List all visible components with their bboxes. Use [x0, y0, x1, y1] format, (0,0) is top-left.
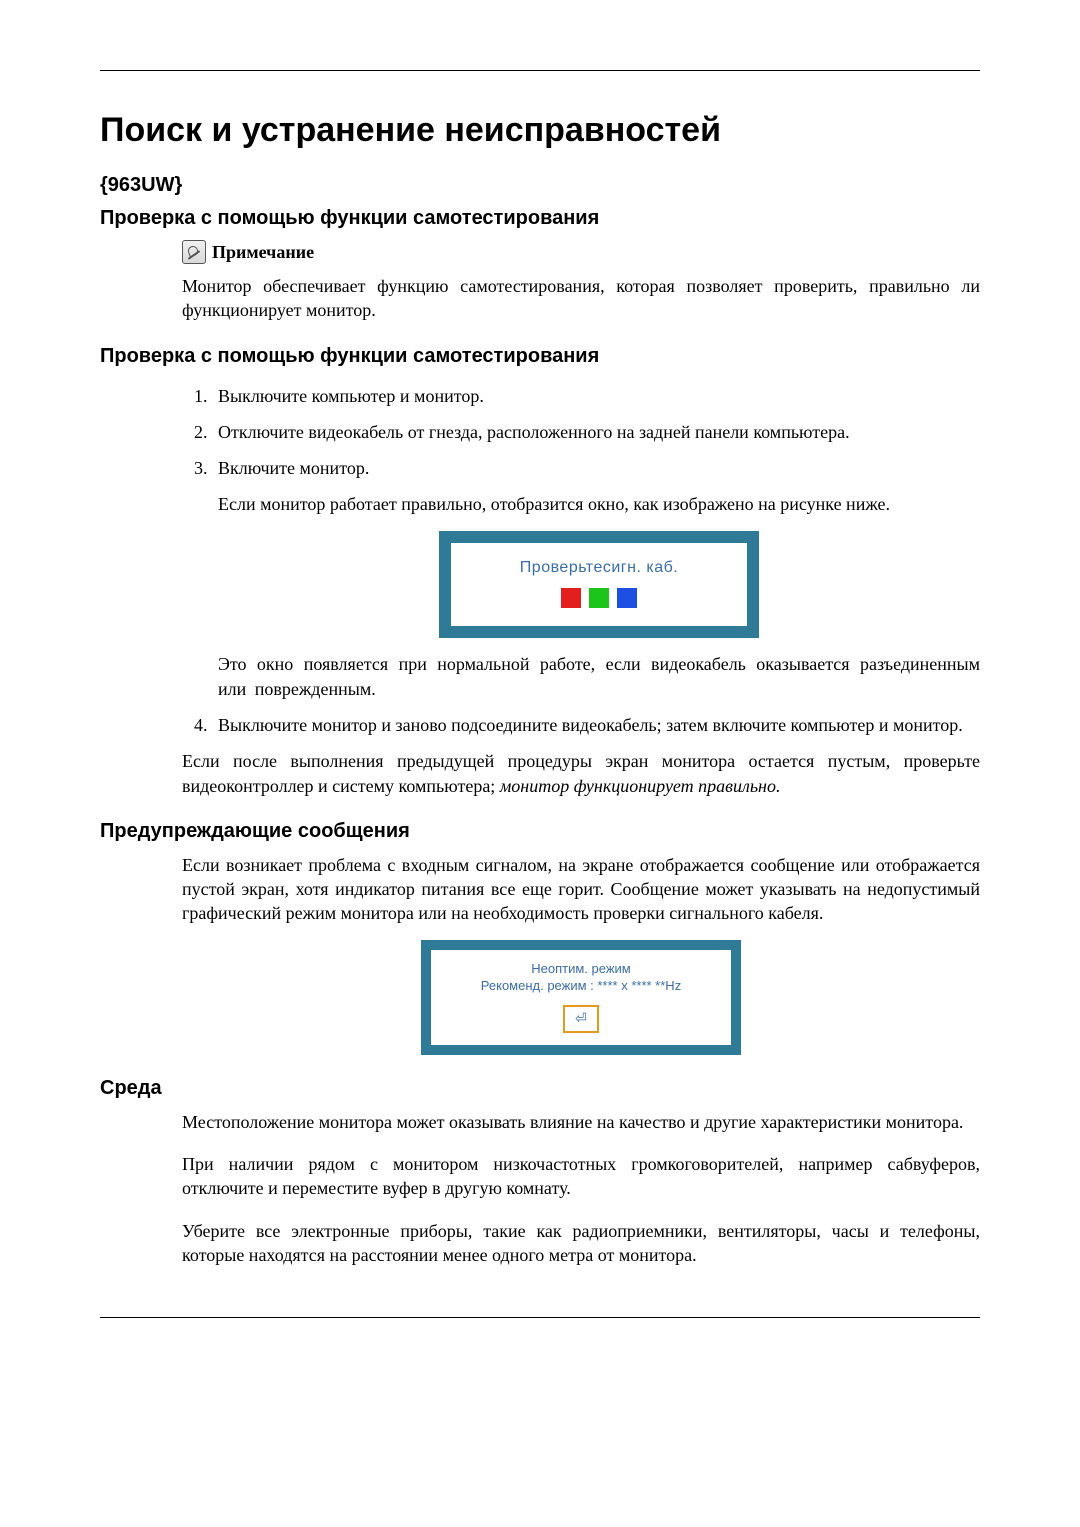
- osd-selftest-figure: Проверьтесигн. каб.: [218, 531, 980, 639]
- red-square-icon: [561, 588, 581, 608]
- environment-block: Местоположение монитора может оказывать …: [182, 1110, 980, 1267]
- osd-warning-inner: Неоптим. режим Рекоменд. режим : **** x …: [431, 950, 731, 1045]
- section-environment: Среда: [100, 1077, 980, 1100]
- warning-text: Если возникает проблема с входным сигнал…: [182, 853, 980, 926]
- note-label: Примечание: [212, 242, 314, 263]
- osd-selftest-frame: Проверьтесигн. каб.: [439, 531, 759, 639]
- note-text: Монитор обеспечивает функцию самотестиро…: [182, 274, 980, 323]
- blue-square-icon: [617, 588, 637, 608]
- step-3-explain: Это окно появляется при нормальной работ…: [218, 652, 980, 701]
- osd-selftest-text: Проверьтесигн. каб.: [461, 557, 737, 579]
- section-selftest-1: Проверка с помощью функции самотестирова…: [100, 207, 980, 230]
- after-steps-italic: монитор функционирует правильно.: [500, 776, 781, 796]
- osd-warning-button: ⏎: [563, 1005, 599, 1033]
- steps-list: Выключите компьютер и монитор. Отключите…: [182, 384, 980, 738]
- osd-warning-frame: Неоптим. режим Рекоменд. режим : **** x …: [421, 940, 741, 1055]
- note-block: Примечание Монитор обеспечивает функцию …: [182, 240, 980, 323]
- step-item: Отключите видеокабель от гнезда, располо…: [212, 420, 980, 444]
- step-item: Выключите компьютер и монитор.: [212, 384, 980, 408]
- osd-warning-figure: Неоптим. режим Рекоменд. режим : **** x …: [182, 940, 980, 1055]
- warning-block: Если возникает проблема с входным сигнал…: [182, 853, 980, 1055]
- section-warning: Предупреждающие сообщения: [100, 820, 980, 843]
- section-selftest-2: Проверка с помощью функции самотестирова…: [100, 345, 980, 368]
- document-page: Поиск и устранение неисправностей {963UW…: [0, 0, 1080, 1527]
- osd-warning-line1: Неоптим. режим: [441, 960, 721, 978]
- color-squares: [461, 588, 737, 608]
- env-paragraph-2: При наличии рядом с монитором низкочасто…: [182, 1152, 980, 1201]
- step-item: Выключите монитор и заново подсоедините …: [212, 713, 980, 737]
- top-rule: [100, 70, 980, 71]
- steps-block: Выключите компьютер и монитор. Отключите…: [182, 384, 980, 798]
- page-title: Поиск и устранение неисправностей: [100, 111, 980, 150]
- model-heading: {963UW}: [100, 174, 980, 197]
- env-paragraph-3: Уберите все электронные приборы, такие к…: [182, 1219, 980, 1268]
- step-3-followup: Если монитор работает правильно, отобраз…: [218, 492, 980, 516]
- env-paragraph-1: Местоположение монитора может оказывать …: [182, 1110, 980, 1134]
- step-3-text: Включите монитор.: [218, 458, 369, 478]
- step-item: Включите монитор. Если монитор работает …: [212, 456, 980, 701]
- note-icon: [182, 240, 206, 264]
- osd-selftest-inner: Проверьтесигн. каб.: [451, 543, 747, 627]
- after-steps-text: Если после выполнения предыдущей процеду…: [182, 749, 980, 798]
- osd-warning-line2: Рекоменд. режим : **** x **** **Hz: [441, 977, 721, 995]
- bottom-rule: [100, 1317, 980, 1318]
- green-square-icon: [589, 588, 609, 608]
